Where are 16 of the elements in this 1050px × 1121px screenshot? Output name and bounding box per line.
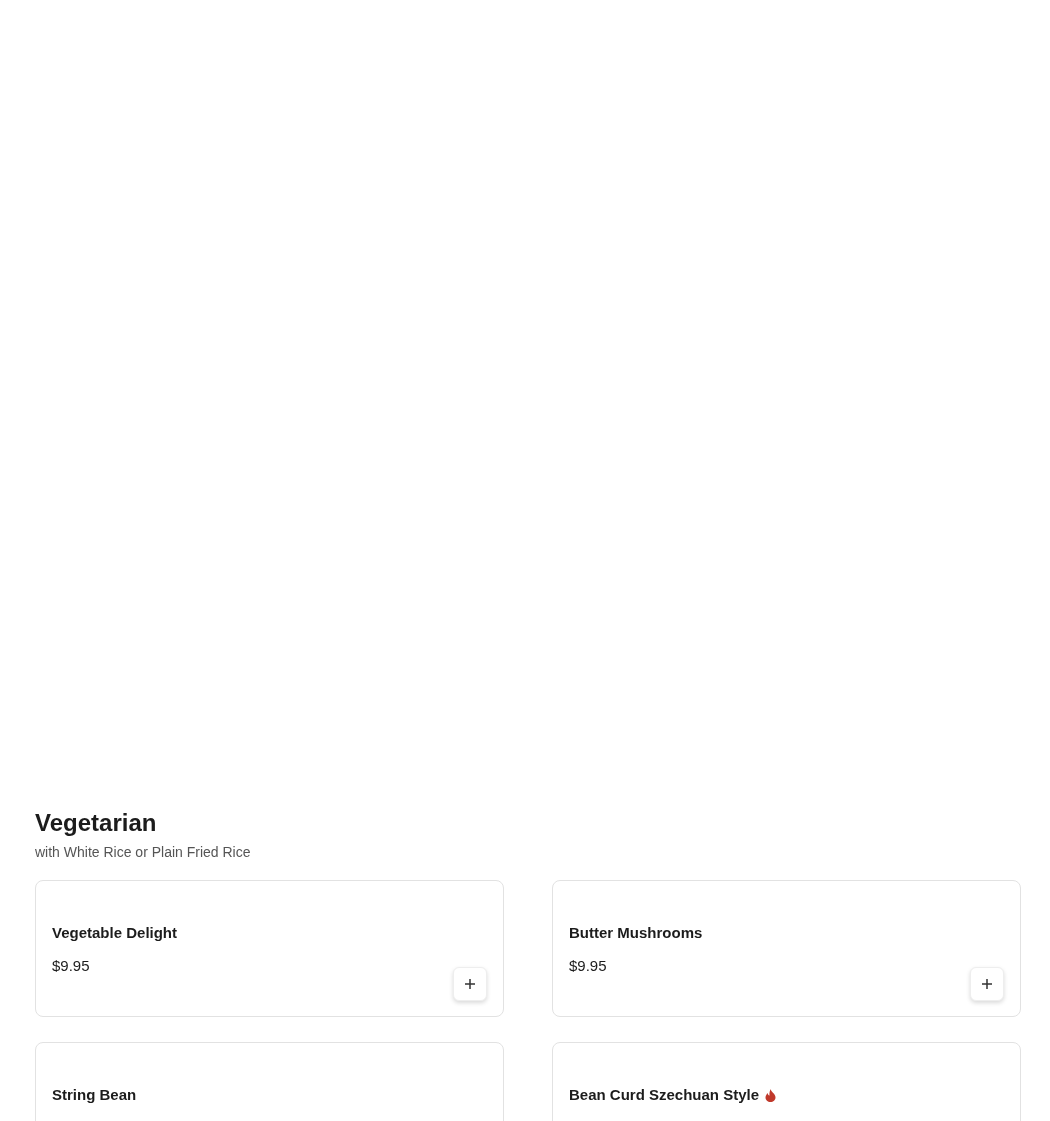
item-name: String Bean xyxy=(52,1085,137,1105)
menu-item-card[interactable]: Butter Mushrooms $9.95 xyxy=(552,880,1021,1017)
item-price: $9.95 xyxy=(569,956,608,976)
add-button[interactable] xyxy=(453,967,487,1001)
item-name: Butter Mushrooms xyxy=(569,923,703,943)
plus-icon xyxy=(982,979,992,989)
section-subtitle: with White Rice or Plain Fried Rice xyxy=(35,843,252,862)
section-title: Vegetarian xyxy=(35,808,158,838)
menu-item-card[interactable]: Bean Curd Szechuan Style xyxy=(552,1042,1021,1121)
item-name: Bean Curd Szechuan Style xyxy=(569,1085,760,1105)
item-price: $9.95 xyxy=(52,956,91,976)
menu-item-card[interactable]: Vegetable Delight $9.95 xyxy=(35,880,504,1017)
plus-icon xyxy=(465,979,475,989)
item-name: Vegetable Delight xyxy=(52,923,178,943)
add-button[interactable] xyxy=(970,967,1004,1001)
menu-item-card[interactable]: String Bean xyxy=(35,1042,504,1121)
